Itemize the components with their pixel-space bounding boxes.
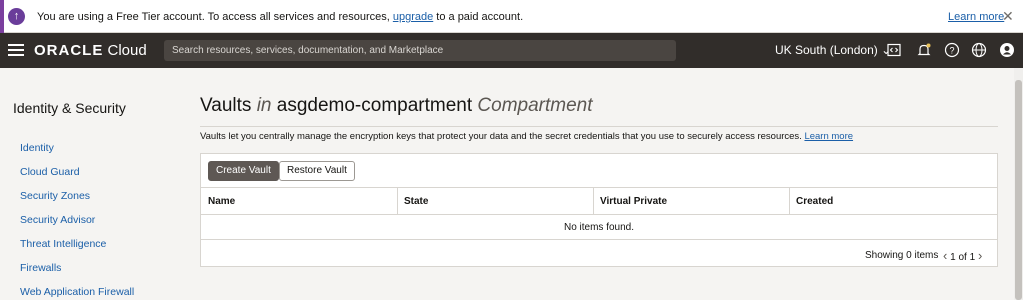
- showing-items-count: Showing 0 items: [865, 250, 939, 261]
- oracle-cloud-logo[interactable]: ORACLE Cloud: [34, 42, 147, 59]
- banner-message: You are using a Free Tier account. To ac…: [37, 11, 523, 23]
- top-navigation-bar: ORACLE Cloud Search resources, services,…: [0, 33, 1023, 68]
- page-title: Vaults in asgdemo-compartment Compartmen…: [200, 95, 593, 117]
- banner-text-before: You are using a Free Tier account. To ac…: [37, 11, 393, 23]
- banner-accent-bar: [0, 0, 4, 33]
- svg-text:?: ?: [949, 46, 954, 56]
- page-description: Vaults let you centrally manage the encr…: [200, 131, 853, 142]
- search-input[interactable]: Search resources, services, documentatio…: [164, 40, 676, 61]
- page-indicator: 1 of 1: [950, 252, 976, 263]
- hamburger-menu-icon[interactable]: [8, 44, 24, 56]
- column-header-state[interactable]: State: [404, 196, 428, 207]
- globe-icon[interactable]: [971, 42, 987, 58]
- title-suffix: Compartment: [477, 95, 593, 116]
- sidebar-item-threat-intelligence[interactable]: Threat Intelligence: [20, 238, 106, 250]
- banner-learn-more-link[interactable]: Learn more: [948, 11, 1004, 23]
- sidebar-item-cloud-guard[interactable]: Cloud Guard: [20, 166, 80, 178]
- logo-product: Cloud: [103, 42, 147, 59]
- sidebar-item-security-zones[interactable]: Security Zones: [20, 190, 90, 202]
- sidebar-item-identity[interactable]: Identity: [20, 142, 54, 154]
- code-editor-icon[interactable]: [886, 42, 902, 58]
- user-icon[interactable]: [999, 42, 1015, 58]
- scrollbar-thumb[interactable]: [1015, 80, 1022, 300]
- table-header: Name State Virtual Private Created: [201, 187, 997, 215]
- title-divider: [200, 126, 998, 127]
- sidebar-item-security-advisor[interactable]: Security Advisor: [20, 214, 95, 226]
- region-label: UK South (London): [775, 43, 878, 57]
- title-prefix: Vaults: [200, 95, 257, 116]
- column-header-virtual-private[interactable]: Virtual Private: [600, 196, 667, 207]
- logo-brand: ORACLE: [34, 42, 104, 59]
- column-divider: [593, 188, 594, 215]
- bell-icon[interactable]: [916, 42, 932, 58]
- create-vault-button[interactable]: Create Vault: [208, 161, 279, 181]
- sidebar-item-firewalls[interactable]: Firewalls: [20, 262, 61, 274]
- column-header-created[interactable]: Created: [796, 196, 833, 207]
- upload-arrow-icon: ↑: [8, 8, 25, 25]
- search-placeholder: Search resources, services, documentatio…: [172, 45, 444, 56]
- column-divider: [789, 188, 790, 215]
- banner-text-after: to a paid account.: [433, 11, 524, 23]
- restore-vault-button[interactable]: Restore Vault: [279, 161, 355, 181]
- title-in: in: [256, 95, 272, 116]
- free-tier-banner: ↑ You are using a Free Tier account. To …: [0, 0, 1023, 33]
- description-learn-more-link[interactable]: Learn more: [804, 131, 853, 142]
- empty-table-message: No items found.: [201, 215, 997, 240]
- description-text: Vaults let you centrally manage the encr…: [200, 131, 805, 142]
- vaults-table-panel: Create Vault Restore Vault Name State Vi…: [200, 153, 998, 267]
- pagination: ‹ 1 of 1 ›: [943, 248, 982, 263]
- title-compartment-name: asgdemo-compartment: [271, 95, 478, 116]
- help-icon[interactable]: ?: [944, 42, 960, 58]
- upgrade-link[interactable]: upgrade: [393, 11, 433, 23]
- region-selector[interactable]: UK South (London) ⌄: [775, 43, 891, 57]
- sidebar-title: Identity & Security: [13, 100, 126, 116]
- chevron-left-icon[interactable]: ‹: [943, 248, 947, 263]
- column-header-name[interactable]: Name: [208, 196, 235, 207]
- sidebar-item-web-application-firewall[interactable]: Web Application Firewall: [20, 286, 134, 298]
- chevron-right-icon[interactable]: ›: [978, 248, 982, 263]
- close-icon[interactable]: ✕: [1002, 8, 1014, 24]
- column-divider: [397, 188, 398, 215]
